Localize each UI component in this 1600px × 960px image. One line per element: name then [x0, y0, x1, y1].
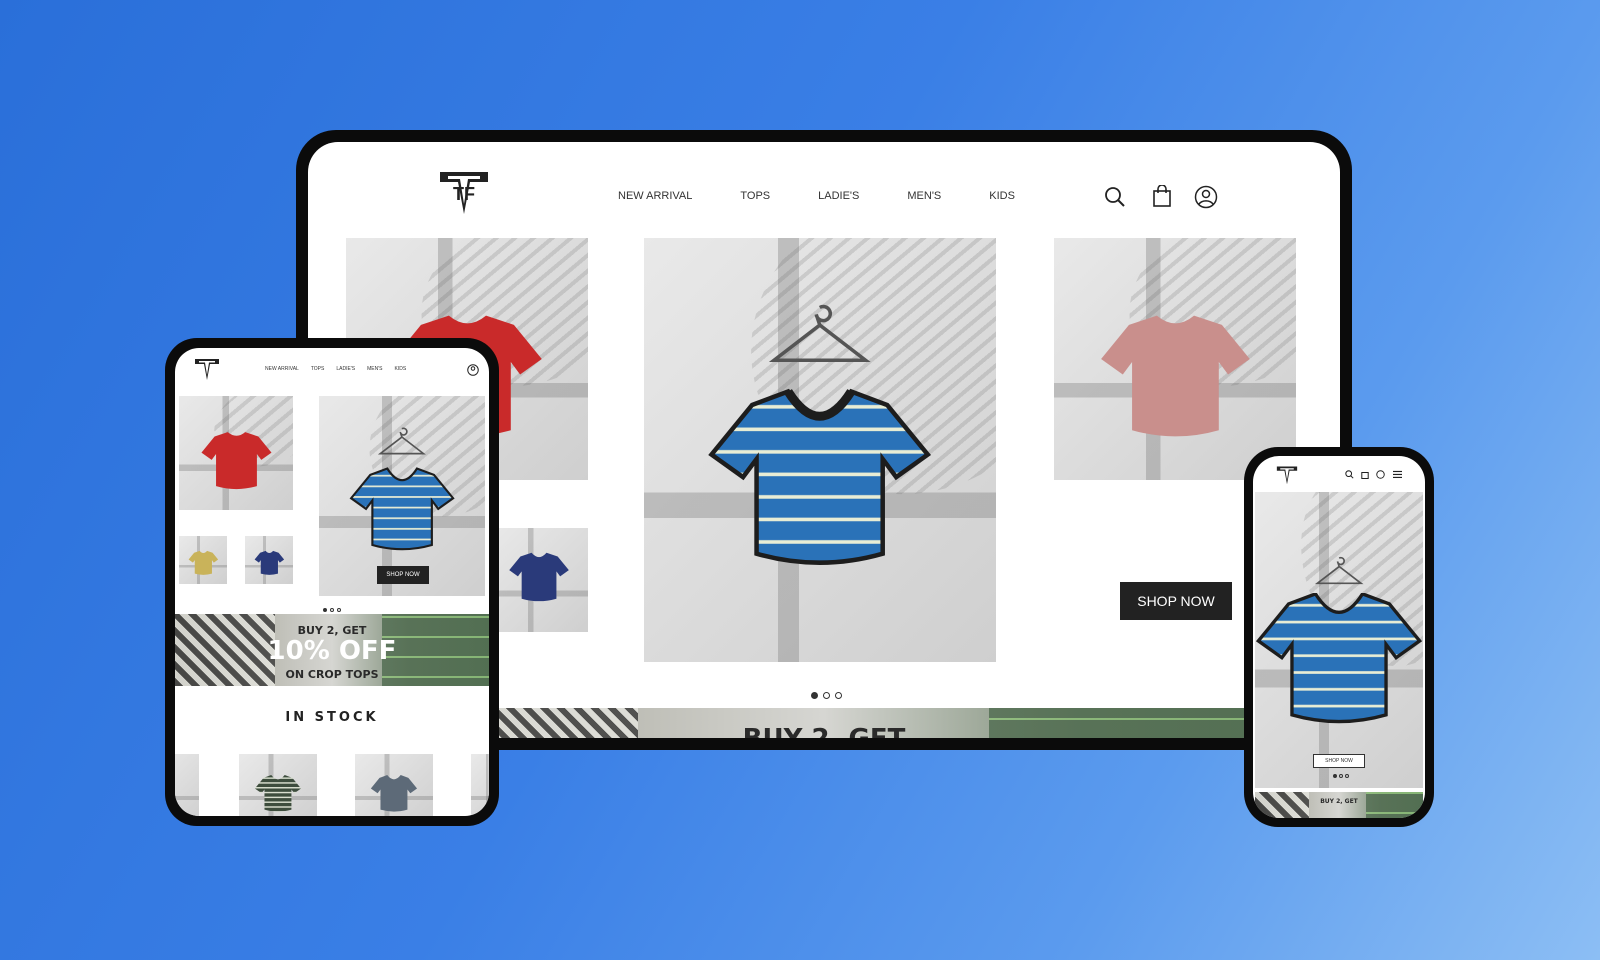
carousel-dots	[323, 608, 341, 612]
promo-line-2: 10% OFF	[267, 636, 397, 666]
nav-kids[interactable]: KIDS	[989, 190, 1015, 202]
svg-text:TF: TF	[453, 184, 475, 204]
brand-logo[interactable]	[193, 356, 221, 382]
nav-tops[interactable]: TOPS	[311, 366, 325, 372]
account-icon[interactable]	[1194, 185, 1218, 209]
in-stock-heading: IN STOCK	[285, 710, 379, 725]
in-stock-product-2[interactable]	[239, 754, 317, 816]
brand-logo[interactable]	[1275, 464, 1299, 486]
shopping-bag-icon[interactable]	[1361, 470, 1369, 479]
in-stock-product-3[interactable]	[355, 754, 433, 816]
shop-now-button[interactable]: SHOP NOW	[1120, 582, 1232, 620]
account-icon[interactable]	[467, 364, 479, 376]
tablet-mockup: NEW ARRIVAL TOPS LADIE'S MEN'S KIDS SHOP…	[165, 338, 499, 826]
in-stock-product-4[interactable]	[471, 754, 489, 816]
product-image-pink-top[interactable]	[1054, 238, 1296, 480]
desktop-main-nav: NEW ARRIVAL TOPS LADIE'S MEN'S KIDS	[618, 190, 1015, 202]
carousel-dots	[811, 692, 842, 699]
phone-mockup: SHOP NOW BUY 2, GET	[1244, 447, 1434, 827]
navy-top-graphic	[254, 551, 284, 576]
hero-product-image[interactable]: SHOP NOW	[319, 396, 485, 596]
yellow-top-graphic	[188, 551, 218, 576]
grey-top-graphic	[370, 775, 418, 812]
navy-top-graphic	[509, 552, 570, 601]
shop-now-button[interactable]: SHOP NOW	[377, 566, 429, 584]
carousel-dot-1[interactable]	[811, 692, 818, 699]
nav-new-arrival[interactable]: NEW ARRIVAL	[265, 366, 299, 372]
phone-screen: SHOP NOW BUY 2, GET	[1253, 456, 1425, 818]
carousel-dot-2[interactable]	[1339, 774, 1343, 778]
shopping-bag-icon[interactable]	[1152, 185, 1172, 207]
shop-now-button[interactable]: SHOP NOW	[1313, 754, 1365, 768]
promo-line-1: BUY 2, GET	[1320, 798, 1358, 805]
carousel-dot-1[interactable]	[1333, 774, 1337, 778]
carousel-dot-2[interactable]	[823, 692, 830, 699]
product-image-red-top[interactable]	[179, 396, 293, 510]
nav-mens[interactable]: MEN'S	[907, 190, 941, 202]
product-image-navy-top[interactable]	[491, 528, 588, 632]
promo-banner[interactable]: BUY 2, GET	[1255, 792, 1423, 818]
product-thumb-navy-top[interactable]	[245, 536, 293, 584]
search-icon[interactable]	[1104, 186, 1126, 208]
blue-striped-top-graphic	[349, 467, 455, 551]
brand-logo[interactable]: TF	[436, 166, 492, 218]
striped-top-graphic	[254, 775, 302, 812]
carousel-dot-3[interactable]	[337, 608, 341, 612]
nav-ladies[interactable]: LADIE'S	[818, 190, 859, 202]
nav-mens[interactable]: MEN'S	[367, 366, 382, 372]
carousel-dot-3[interactable]	[835, 692, 842, 699]
carousel-dot-3[interactable]	[1345, 774, 1349, 778]
pink-top-graphic	[1100, 315, 1250, 436]
carousel-dot-1[interactable]	[323, 608, 327, 612]
product-thumb-yellow-top[interactable]	[179, 536, 227, 584]
carousel-dots	[1333, 774, 1349, 778]
nav-tops[interactable]: TOPS	[740, 190, 770, 202]
nav-ladies[interactable]: LADIE'S	[336, 366, 355, 372]
promo-line-3: ON CROP TOPS	[285, 668, 379, 681]
in-stock-product-1[interactable]	[175, 754, 199, 816]
promo-banner[interactable]: BUY 2, GET 10% OFF ON CROP TOPS	[175, 614, 489, 686]
nav-new-arrival[interactable]: NEW ARRIVAL	[618, 190, 692, 202]
hero-product-image[interactable]	[644, 238, 996, 662]
nav-kids[interactable]: KIDS	[395, 366, 407, 372]
account-icon[interactable]	[1376, 470, 1385, 479]
carousel-dot-2[interactable]	[330, 608, 334, 612]
tablet-screen: NEW ARRIVAL TOPS LADIE'S MEN'S KIDS SHOP…	[175, 348, 489, 816]
tablet-main-nav: NEW ARRIVAL TOPS LADIE'S MEN'S KIDS	[265, 366, 406, 372]
blue-striped-top-graphic	[708, 388, 932, 566]
hamburger-menu-icon[interactable]	[1393, 470, 1402, 479]
red-top-graphic	[200, 432, 272, 490]
hero-product-image[interactable]: SHOP NOW	[1255, 492, 1423, 788]
blue-striped-top-graphic	[1255, 592, 1423, 723]
search-icon[interactable]	[1345, 470, 1354, 479]
